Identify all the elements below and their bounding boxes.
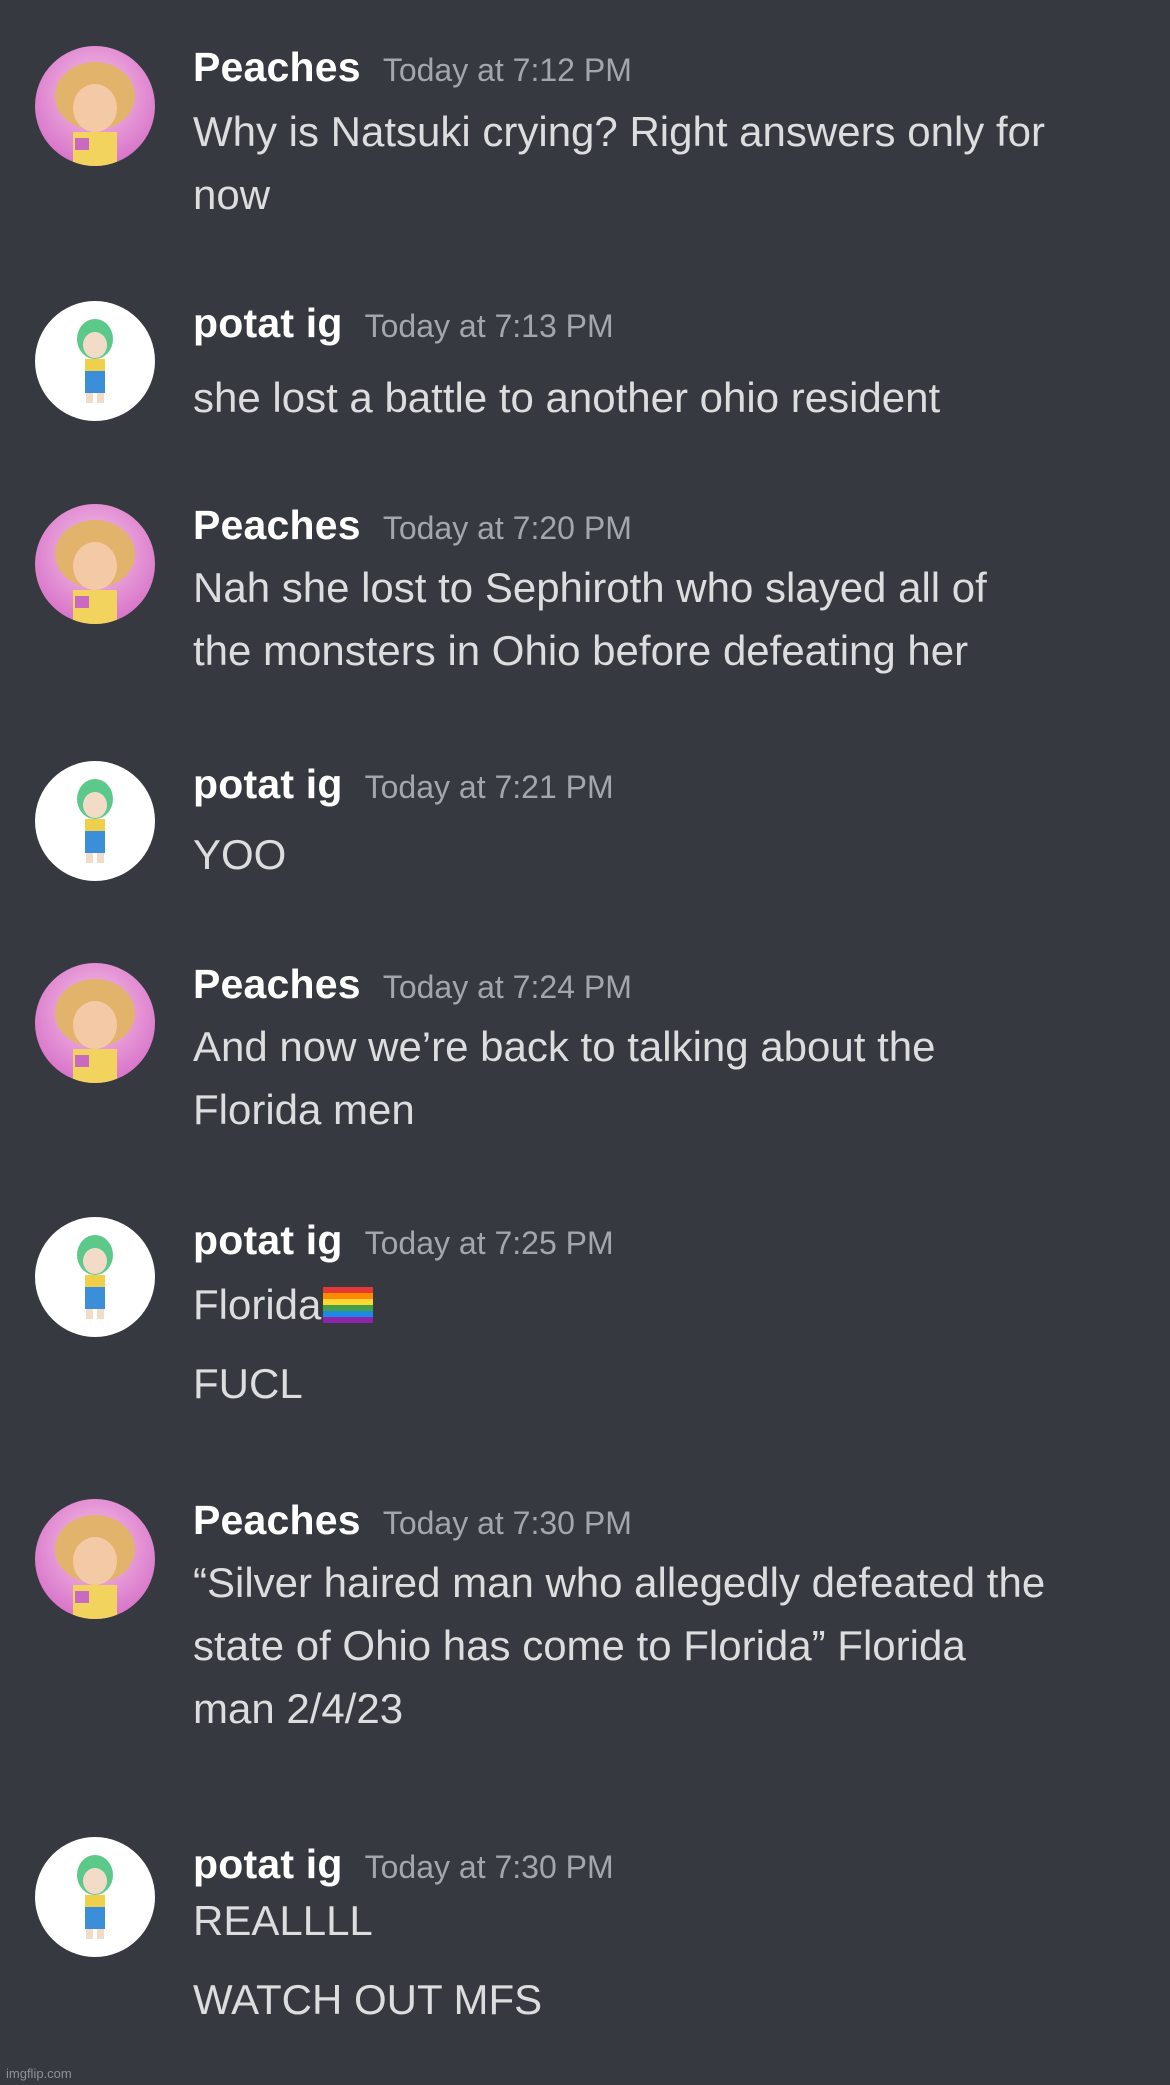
timestamp: Today at 7:21 PM <box>364 769 614 805</box>
avatar-potat[interactable] <box>35 301 155 421</box>
message-text: Florida men <box>193 1086 415 1133</box>
message-header: Peaches Today at 7:20 PM <box>193 502 632 562</box>
peaches-avatar-icon <box>35 1499 155 1619</box>
username[interactable]: Peaches <box>193 44 361 90</box>
message-header: potat ig Today at 7:21 PM <box>193 761 614 821</box>
timestamp: Today at 7:20 PM <box>382 510 632 546</box>
timestamp: Today at 7:25 PM <box>364 1225 614 1261</box>
username[interactable]: Peaches <box>193 1497 361 1543</box>
avatar-peaches[interactable] <box>35 1499 155 1619</box>
message-text: Why is Natsuki crying? Right answers onl… <box>193 108 1045 155</box>
message-text: WATCH OUT MFS <box>193 1976 543 2023</box>
message-header: Peaches Today at 7:24 PM <box>193 961 632 1021</box>
username[interactable]: potat ig <box>193 1217 343 1263</box>
chat-log: Peaches Today at 7:12 PM Why is Natsuki c… <box>0 0 1170 2085</box>
rainbow-flag-icon <box>323 1287 374 1323</box>
username[interactable]: Peaches <box>193 502 361 548</box>
avatar-potat[interactable] <box>35 1217 155 1337</box>
message-text: state of Ohio has come to Florida” Flori… <box>193 1622 966 1669</box>
avatar-potat[interactable] <box>35 761 155 881</box>
message-text-with-emoji: Florida <box>193 1273 374 1336</box>
message-text: FUCL <box>193 1360 303 1407</box>
username[interactable]: potat ig <box>193 761 343 807</box>
message-text: Florida <box>193 1281 322 1328</box>
peaches-avatar-icon <box>35 46 155 166</box>
avatar-peaches[interactable] <box>35 963 155 1083</box>
avatar-peaches[interactable] <box>35 504 155 624</box>
message-text: now <box>193 171 271 218</box>
avatar-potat[interactable] <box>35 1837 155 1957</box>
message-text: YOO <box>193 831 287 878</box>
timestamp: Today at 7:24 PM <box>382 969 632 1005</box>
message-text: And now we’re back to talking about the <box>193 1023 936 1070</box>
avatar-peaches[interactable] <box>35 46 155 166</box>
message-header: Peaches Today at 7:30 PM <box>193 1497 632 1557</box>
timestamp: Today at 7:12 PM <box>382 52 632 88</box>
watermark: imgflip.com <box>6 2066 72 2081</box>
message-text: “Silver haired man who allegedly defeate… <box>193 1559 1046 1606</box>
message-text: she lost a battle to another ohio reside… <box>193 374 941 421</box>
message-text: man 2/4/23 <box>193 1685 404 1732</box>
timestamp: Today at 7:13 PM <box>364 308 614 344</box>
username[interactable]: potat ig <box>193 300 343 346</box>
username[interactable]: Peaches <box>193 961 361 1007</box>
peaches-avatar-icon <box>35 963 155 1083</box>
message-header: potat ig Today at 7:13 PM <box>193 300 614 360</box>
message-text: the monsters in Ohio before defeating he… <box>193 627 969 674</box>
timestamp: Today at 7:30 PM <box>382 1505 632 1541</box>
potat-avatar-icon <box>35 301 155 421</box>
username[interactable]: potat ig <box>193 1841 343 1887</box>
message-header: Peaches Today at 7:12 PM <box>193 44 632 104</box>
timestamp: Today at 7:30 PM <box>364 1849 614 1885</box>
peaches-avatar-icon <box>35 504 155 624</box>
message-text: REALLLL <box>193 1897 373 1944</box>
message-text: Nah she lost to Sephiroth who slayed all… <box>193 564 987 611</box>
potat-avatar-icon <box>35 761 155 881</box>
potat-avatar-icon <box>35 1837 155 1957</box>
potat-avatar-icon <box>35 1217 155 1337</box>
message-header: potat ig Today at 7:25 PM <box>193 1217 614 1277</box>
